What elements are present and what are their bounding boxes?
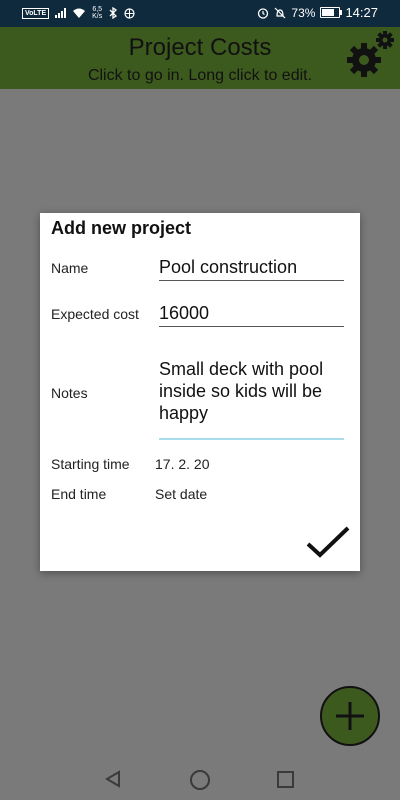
end-time-value[interactable]: Set date [155, 486, 207, 502]
app-title: Project Costs [128, 34, 272, 61]
clock: 14:27 [345, 5, 378, 20]
home-circle-icon[interactable] [190, 770, 210, 790]
battery-fill [322, 9, 335, 16]
battery-percent: 73% [291, 5, 316, 20]
starting-time-value[interactable]: 17. 2. 20 [155, 456, 210, 472]
name-field[interactable] [159, 257, 344, 281]
plus-icon [336, 702, 364, 730]
basketball-icon [124, 7, 135, 19]
end-time-label: End time [51, 486, 107, 502]
system-nav-bar [0, 758, 400, 800]
data-speed: 6,5 K/s [92, 6, 103, 20]
checkmark-icon[interactable] [306, 526, 350, 558]
expected-cost-label: Expected cost [51, 306, 139, 322]
bluetooth-icon [109, 7, 118, 19]
starting-time-label: Starting time [51, 456, 130, 472]
status-right: 73% 14:27 [257, 5, 378, 20]
add-project-dialog: Add new project Name Expected cost Notes… [40, 213, 360, 571]
app-bar: Project Costs Click to go in. Long click… [0, 27, 400, 89]
alarm-icon [258, 7, 269, 19]
expected-cost-field[interactable] [159, 303, 344, 327]
status-bar: VoLTE 6,5 K/s 73% 14:27 [0, 0, 400, 27]
recents-square-icon[interactable] [277, 771, 294, 788]
app-subtitle: Click to go in. Long click to edit. [87, 67, 313, 84]
notes-label: Notes [51, 385, 88, 401]
signal-icon [55, 8, 67, 18]
status-left: VoLTE 6,5 K/s [22, 6, 135, 20]
dialog-title: Add new project [51, 218, 192, 238]
mute-icon [274, 7, 286, 18]
gear-icon[interactable] [344, 30, 398, 80]
wifi-icon [73, 8, 86, 18]
volte-badge: VoLTE [22, 7, 50, 19]
name-label: Name [51, 260, 89, 276]
notes-field[interactable]: Small deck with pool inside so kids will… [159, 358, 344, 440]
add-project-button[interactable] [320, 686, 380, 746]
battery-icon [320, 7, 343, 18]
back-triangle-icon[interactable] [104, 770, 122, 788]
